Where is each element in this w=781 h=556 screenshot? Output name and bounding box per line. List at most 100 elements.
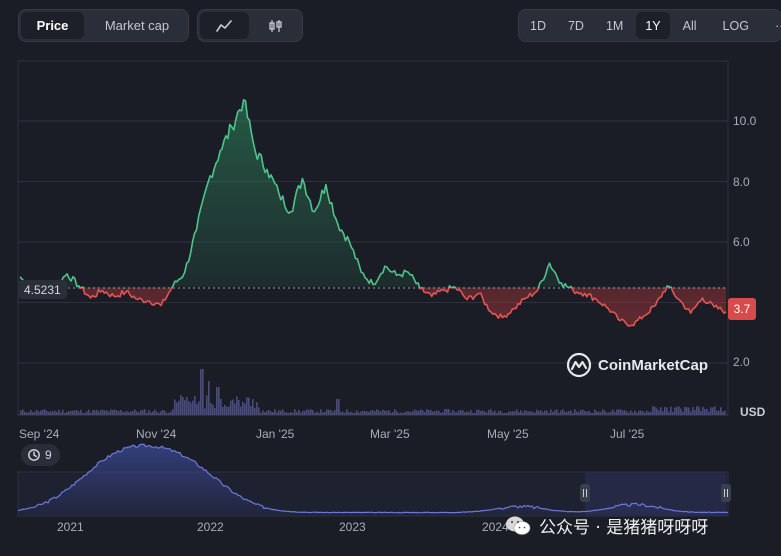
volume-bar [366, 411, 368, 415]
volume-bar [528, 411, 530, 415]
volume-bar [60, 412, 62, 415]
volume-bar [414, 409, 416, 415]
volume-bar [222, 406, 224, 415]
volume-bar [642, 410, 644, 415]
volume-bar [360, 411, 362, 415]
volume-bar [102, 409, 104, 415]
wechat-watermark-text: 公众号 · 是猪猪呀呀呀 [539, 518, 709, 538]
volume-bar [276, 412, 278, 415]
y-tick-label: 10.0 [733, 114, 757, 128]
volume-bar [56, 411, 58, 415]
volume-bar [402, 412, 404, 415]
volume-bar [584, 411, 586, 415]
currency-label: USD [740, 405, 766, 419]
volume-bar [658, 410, 660, 415]
volume-bar [382, 409, 384, 415]
volume-bar [114, 409, 116, 415]
volume-bar [632, 412, 634, 415]
volume-bar [578, 411, 580, 415]
volume-bar [298, 410, 300, 415]
volume-bar [516, 409, 518, 415]
volume-bar [126, 410, 128, 415]
volume-bar [206, 395, 208, 415]
volume-bar [426, 409, 428, 415]
volume-bar [456, 412, 458, 415]
volume-bar [216, 387, 218, 415]
overview-handle-left[interactable] [580, 484, 590, 502]
volume-bar [710, 407, 712, 415]
y-tick-label: 2.0 [733, 355, 750, 369]
volume-bar [270, 411, 272, 415]
volume-bar [164, 410, 166, 415]
volume-bar [716, 410, 718, 415]
volume-bar [122, 411, 124, 415]
wechat-icon [506, 516, 531, 535]
volume-bar [318, 412, 320, 415]
volume-bar [286, 412, 288, 415]
volume-bar [134, 409, 136, 415]
volume-bar [42, 409, 44, 415]
volume-bar [624, 410, 626, 415]
events-badge[interactable]: 9 [21, 444, 60, 466]
volume-bar [52, 411, 54, 415]
volume-bar [534, 412, 536, 415]
price-chart[interactable] [0, 0, 781, 556]
volume-bar [228, 406, 230, 415]
volume-bar [256, 402, 258, 415]
volume-bar [450, 412, 452, 415]
volume-bar [718, 410, 720, 415]
volume-bar [146, 412, 148, 415]
volume-bar [38, 411, 40, 415]
volume-bar [396, 411, 398, 415]
volume-bar [636, 412, 638, 415]
volume-bar [588, 410, 590, 415]
volume-bar [380, 411, 382, 415]
volume-bar [700, 410, 702, 415]
volume-bar [604, 410, 606, 415]
volume-bar [244, 403, 246, 415]
volume-bar [672, 411, 674, 415]
volume-bar [92, 409, 94, 415]
volume-bar [630, 410, 632, 415]
volume-bar [590, 412, 592, 415]
volume-bar [304, 410, 306, 415]
volume-bar [574, 409, 576, 415]
overview-handle-right[interactable] [721, 484, 731, 502]
volume-bar [648, 411, 650, 415]
volume-bar [252, 399, 254, 415]
volume-bar [152, 411, 154, 415]
volume-bar [640, 410, 642, 415]
volume-bar [218, 387, 220, 415]
volume-bar [518, 412, 520, 415]
volume-bar [370, 410, 372, 415]
volume-bar [556, 409, 558, 415]
volume-bar [688, 407, 690, 415]
volume-bar [452, 410, 454, 415]
volume-bar [320, 409, 322, 415]
volume-bar [234, 403, 236, 415]
volume-bar [200, 369, 202, 415]
volume-bar [438, 410, 440, 415]
overview-year-label: 2021 [57, 520, 84, 534]
volume-bar [342, 411, 344, 415]
volume-bar [390, 412, 392, 415]
volume-bar [388, 410, 390, 415]
volume-bar [462, 409, 464, 415]
volume-bar [210, 403, 212, 415]
volume-bar [566, 411, 568, 415]
volume-bar [314, 412, 316, 415]
volume-bar [714, 406, 716, 415]
volume-bar [328, 409, 330, 415]
volume-bar [610, 411, 612, 415]
volume-bar [230, 400, 232, 415]
volume-bar [404, 412, 406, 415]
volume-bar [44, 409, 46, 415]
volume-bar [522, 412, 524, 415]
volume-bar [96, 409, 98, 415]
volume-bar [394, 409, 396, 415]
volume-bar [698, 406, 700, 415]
volume-bar [346, 409, 348, 415]
volume-bar [418, 410, 420, 415]
volume-bar [268, 409, 270, 415]
volume-bar [344, 412, 346, 415]
